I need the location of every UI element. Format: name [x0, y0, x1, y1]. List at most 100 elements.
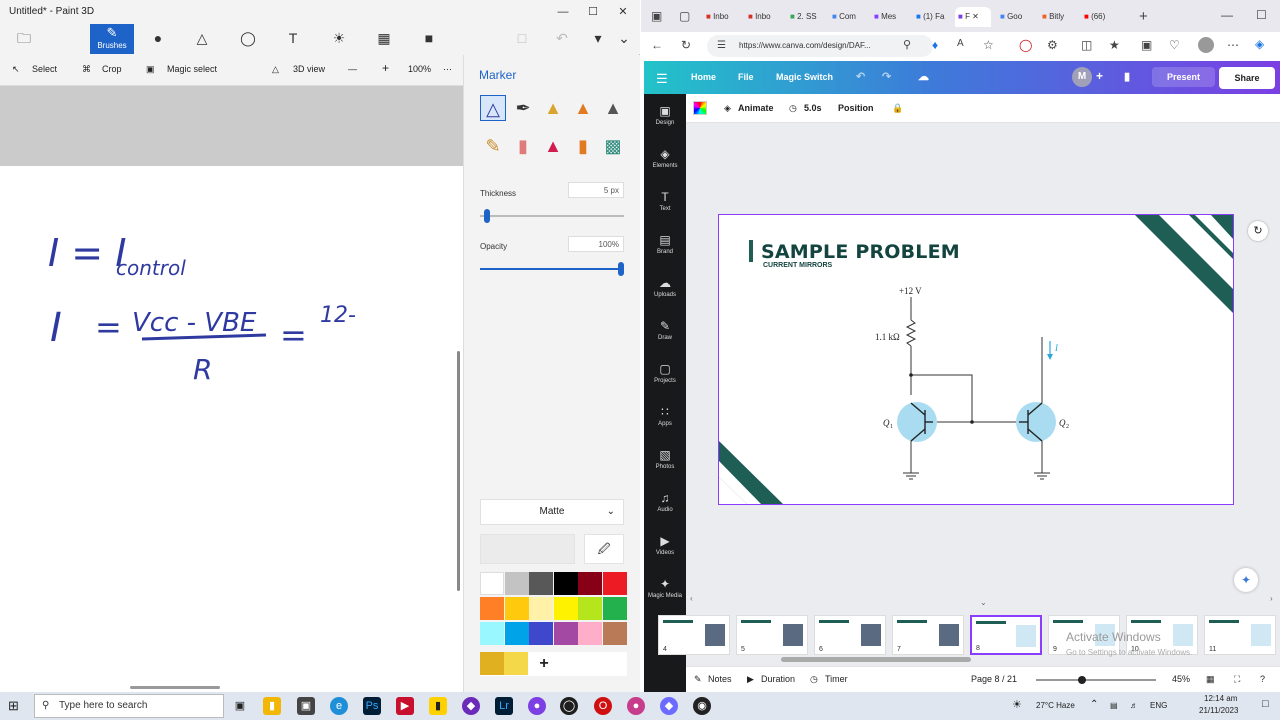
- search-icon[interactable]: ⚲: [903, 38, 911, 51]
- slide[interactable]: +12 V 1.1 kΩ Q 1 Q 2 I SAMPLE PROBLEM CU…: [718, 214, 1234, 505]
- page-thumbnail[interactable]: 6: [814, 615, 886, 655]
- clock-date[interactable]: 21/11/2023: [1199, 706, 1238, 715]
- extension-shield-icon[interactable]: ♦: [932, 38, 938, 52]
- spray-can-icon[interactable]: ▮: [570, 133, 596, 159]
- animate-button[interactable]: Animate: [738, 103, 774, 113]
- extensions-icon[interactable]: ⚙: [1047, 38, 1058, 52]
- share-button[interactable]: Share: [1219, 67, 1275, 89]
- favorites-icon[interactable]: ★: [1109, 38, 1120, 52]
- sidebar-item-projects[interactable]: ▢ Projects: [644, 362, 686, 384]
- browser-tab[interactable]: ■ Bitly: [1039, 7, 1079, 27]
- position-button[interactable]: Position: [838, 103, 874, 113]
- more-options-icon[interactable]: ⋯: [443, 64, 452, 75]
- custom-color-swatch[interactable]: [480, 652, 504, 675]
- profile-avatar[interactable]: [1198, 37, 1214, 53]
- weather-icon[interactable]: ☀: [1012, 698, 1022, 711]
- split-screen-icon[interactable]: ◫: [1081, 38, 1092, 52]
- sidebar-item-videos[interactable]: ▶ Videos: [644, 534, 686, 556]
- timer-icon[interactable]: ◷: [810, 674, 818, 685]
- page-thumbnail[interactable]: 4: [658, 615, 730, 655]
- magic-switch-button[interactable]: Magic Switch: [776, 72, 833, 82]
- timer-icon[interactable]: ◷: [789, 103, 797, 114]
- fullscreen-icon[interactable]: ⛶: [1234, 674, 1240, 685]
- taskbar-search[interactable]: ⚲ Type here to search: [34, 694, 224, 718]
- crop-button[interactable]: Crop: [102, 64, 122, 74]
- finish-dropdown[interactable]: Matte ⌄: [480, 499, 624, 525]
- opacity-input[interactable]: 100%: [568, 236, 624, 252]
- duration-footer-button[interactable]: Duration: [761, 674, 795, 684]
- shapes-2d-icon[interactable]: ●: [136, 24, 180, 54]
- thickness-slider[interactable]: [480, 215, 624, 217]
- calligraphy-pen-icon[interactable]: ✒: [510, 95, 536, 121]
- palette-swatch[interactable]: [578, 572, 602, 595]
- clock-time[interactable]: 12:14 am: [1204, 694, 1237, 703]
- page-indicator[interactable]: Page 8 / 21: [971, 674, 1017, 684]
- palette-swatch[interactable]: [602, 622, 627, 645]
- crop-icon[interactable]: ⌘: [82, 64, 91, 75]
- thickness-input[interactable]: 5 px: [568, 182, 624, 198]
- opera-icon[interactable]: O: [594, 697, 612, 715]
- opacity-slider[interactable]: [480, 268, 624, 270]
- weather-text[interactable]: 27°C Haze: [1036, 701, 1075, 710]
- text-icon[interactable]: T: [271, 24, 315, 54]
- scroll-left-icon[interactable]: ‹: [690, 594, 693, 603]
- site-info-icon[interactable]: ☰: [717, 40, 726, 51]
- browser-tab[interactable]: ■ Goo: [997, 7, 1037, 27]
- palette-swatch[interactable]: [504, 622, 529, 645]
- vertical-scrollbar[interactable]: [457, 351, 460, 591]
- menu-icon[interactable]: 🗀: [2, 24, 46, 54]
- sidebar-item-audio[interactable]: ♫ Audio: [644, 491, 686, 513]
- opera-icon[interactable]: ◯: [1019, 38, 1032, 52]
- magic-select-button[interactable]: Magic select: [167, 64, 217, 74]
- paint3d-taskbar-icon[interactable]: ◆: [660, 697, 678, 715]
- paste-icon[interactable]: □: [500, 24, 544, 54]
- pixel-pen-icon[interactable]: ▲: [600, 95, 626, 121]
- home-link[interactable]: Home: [691, 72, 716, 82]
- palette-swatch[interactable]: [529, 622, 553, 645]
- color-picker-icon[interactable]: [693, 101, 707, 115]
- browser-tab[interactable]: ■ (1) Fa: [913, 7, 953, 27]
- sticky-notes-icon[interactable]: ▮: [429, 697, 447, 715]
- refresh-icon[interactable]: ↻: [681, 38, 691, 52]
- custom-color-swatch[interactable]: [504, 652, 528, 675]
- read-aloud-icon[interactable]: A: [957, 38, 964, 49]
- notification-app-icon[interactable]: ●: [528, 697, 546, 715]
- sidebar-item-uploads[interactable]: ☁ Uploads: [644, 276, 686, 298]
- sidebar-item-apps[interactable]: ∷ Apps: [644, 405, 686, 427]
- canvas-icon[interactable]: ▦: [362, 24, 406, 54]
- eraser-icon[interactable]: ▮: [510, 133, 536, 159]
- user-avatar[interactable]: M: [1072, 67, 1092, 87]
- sidebar-item-photos[interactable]: ▧ Photos: [644, 448, 686, 470]
- page-thumbnail[interactable]: 7: [892, 615, 964, 655]
- edge-icon[interactable]: e: [330, 697, 348, 715]
- palette-swatch[interactable]: [480, 572, 504, 595]
- shapes-3d-icon[interactable]: △: [180, 24, 224, 54]
- palette-swatch[interactable]: [480, 622, 504, 645]
- address-bar[interactable]: https://www.canva.com/design/DAF...: [707, 35, 933, 57]
- sidebar-item-magic-media[interactable]: ✦ Magic Media: [644, 577, 686, 599]
- undo-icon[interactable]: ↶: [856, 70, 865, 83]
- task-view-icon[interactable]: ▣: [231, 697, 249, 715]
- duration-icon[interactable]: ▶: [747, 674, 754, 685]
- zoom-level[interactable]: 45%: [1172, 674, 1190, 684]
- zoom-slider-handle[interactable]: [1078, 676, 1086, 684]
- vpn-icon[interactable]: ◆: [462, 697, 480, 715]
- palette-swatch[interactable]: [602, 572, 627, 595]
- volume-icon[interactable]: ♬: [1130, 701, 1138, 710]
- network-icon[interactable]: ▤: [1110, 701, 1118, 710]
- palette-swatch[interactable]: [553, 597, 578, 620]
- drawing-canvas[interactable]: I = I control I = Vcc - VBE R = 12-: [0, 166, 463, 696]
- expand-pages-icon[interactable]: ⌄: [980, 598, 987, 607]
- stickers-icon[interactable]: ◯: [226, 24, 270, 54]
- settings-menu-icon[interactable]: ⋯: [1227, 38, 1239, 52]
- notes-icon[interactable]: ✎: [694, 674, 702, 685]
- sidebar-item-brand[interactable]: ▤ Brand: [644, 233, 686, 255]
- lock-icon[interactable]: 🔒: [892, 103, 903, 114]
- oil-brush-icon[interactable]: ▲: [540, 95, 566, 121]
- back-icon[interactable]: ←: [651, 38, 663, 52]
- windows-start-icon[interactable]: ⊞: [8, 698, 19, 714]
- language-indicator[interactable]: ENG: [1150, 701, 1167, 710]
- page-thumbnail[interactable]: 8: [970, 615, 1042, 655]
- store-icon[interactable]: ▣: [297, 697, 315, 715]
- notes-button[interactable]: Notes: [708, 674, 732, 684]
